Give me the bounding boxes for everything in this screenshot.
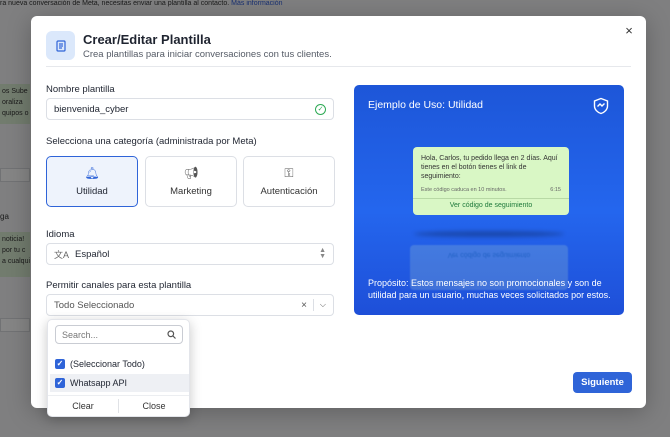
template-icon — [46, 31, 75, 60]
bubble-divider — [413, 198, 569, 199]
close-button[interactable]: Close — [119, 401, 189, 411]
bell-icon: 🔔︎ — [84, 165, 100, 180]
channels-dropdown: Search... ✓ (Seleccionar Todo) ✓ Whatsap… — [47, 319, 190, 417]
select-arrows-icon: ▲ ▼ — [319, 247, 326, 260]
checkbox-checked-icon[interactable]: ✓ — [55, 359, 65, 369]
channels-label: Permitir canales para esta plantilla — [46, 280, 192, 291]
bubble-shadow — [414, 231, 564, 237]
background-notice: ra nueva conversación de Meta, necesitas… — [0, 0, 283, 7]
handshake-shield-icon — [593, 97, 609, 115]
category-label-text: Autenticación — [260, 185, 318, 197]
language-value: Español — [75, 248, 110, 260]
close-icon[interactable]: × — [622, 24, 636, 38]
language-label: Idioma — [46, 229, 75, 240]
message-text: Hola, Carlos, tu pedido llega en 2 días.… — [421, 155, 558, 180]
option-whatsapp-api[interactable]: ✓ Whatsapp API — [50, 374, 189, 392]
channels-value: Todo Seleccionado — [54, 299, 135, 311]
name-value: bienvenida_cyber — [54, 103, 129, 115]
background-card-2 — [0, 318, 30, 332]
message-footer: Este código caduca en 10 minutos. — [421, 187, 507, 193]
background-card — [0, 168, 30, 182]
checkbox-checked-icon[interactable]: ✓ — [55, 378, 65, 388]
dropdown-search-input[interactable]: Search... — [55, 325, 183, 344]
background-snippet: ga — [0, 212, 9, 221]
option-select-all[interactable]: ✓ (Seleccionar Todo) — [50, 355, 189, 373]
background-green-card: os Sube oraliza quipos o a — [0, 84, 30, 124]
name-label: Nombre plantilla — [46, 84, 115, 95]
message-time: 6:15 — [550, 187, 561, 193]
clear-button[interactable]: Clear — [48, 401, 118, 411]
background-more-info-link: Más información — [231, 0, 283, 7]
megaphone-icon: 📢︎ — [183, 165, 199, 180]
channels-multiselect[interactable]: Todo Seleccionado × ⌵ — [46, 294, 334, 316]
chevron-down-icon[interactable]: ⌵ — [320, 300, 326, 310]
message-button: Ver código de seguimiento — [449, 202, 533, 209]
header-divider — [46, 66, 631, 67]
name-field[interactable]: bienvenida_cyber ✓ — [46, 98, 334, 120]
category-utilidad-card[interactable]: 🔔︎ Utilidad — [46, 156, 138, 207]
message-preview-bubble: Hola, Carlos, tu pedido llega en 2 días.… — [413, 147, 569, 215]
category-label-text: Marketing — [170, 185, 212, 197]
preview-title: Ejemplo de Uso: Utilidad — [368, 99, 483, 111]
category-marketing-card[interactable]: 📢︎ Marketing — [145, 156, 237, 207]
search-placeholder: Search... — [62, 329, 99, 340]
language-select[interactable]: 文A Español ▲ ▼ — [46, 243, 334, 265]
preview-purpose: Propósito: Estos mensajes no son promoci… — [368, 278, 611, 300]
background-green-card-2: noticia! por tu c a cualqui — [0, 232, 30, 277]
category-autenticacin-card[interactable]: ⚿ Autenticación — [243, 156, 335, 207]
category-label: Selecciona una categoría (administrada p… — [46, 136, 257, 147]
control-divider — [312, 299, 314, 311]
translate-icon: 文A — [54, 249, 70, 260]
modal-subtitle: Crea plantillas para iniciar conversacio… — [83, 49, 332, 60]
dropdown-footer: Clear Close — [48, 395, 189, 415]
category-label-text: Utilidad — [76, 185, 108, 197]
next-button[interactable]: Siguiente — [573, 372, 632, 393]
modal-title: Crear/Editar Plantilla — [83, 32, 211, 47]
usage-preview-panel: Ejemplo de Uso: Utilidad Hola, Carlos, t… — [354, 85, 624, 315]
key-icon: ⚿ — [284, 165, 294, 180]
check-circle-icon: ✓ — [315, 103, 326, 115]
search-icon — [167, 330, 176, 339]
clear-selection-icon[interactable]: × — [301, 300, 307, 311]
